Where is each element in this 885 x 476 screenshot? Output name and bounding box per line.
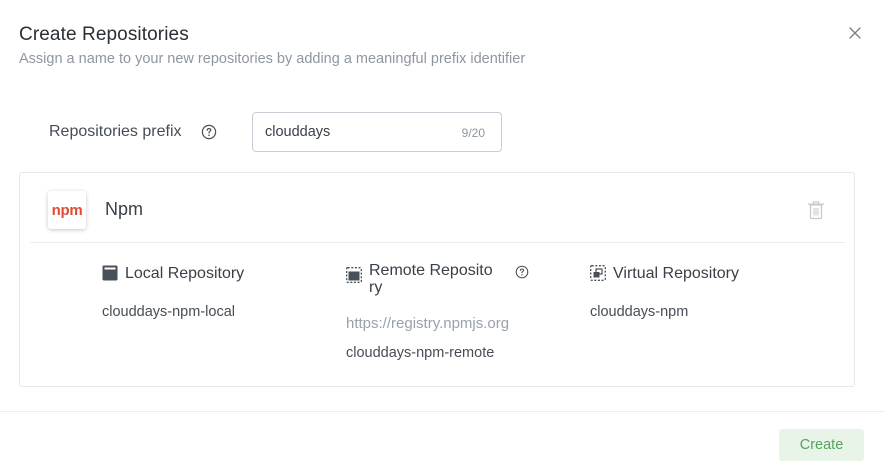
delete-package-button[interactable] (807, 200, 825, 220)
package-card: npm Npm Local Repository clouddays-npm-l… (19, 172, 855, 387)
remote-repository-title: Remote Reposito ry (369, 262, 493, 296)
prefix-input[interactable] (265, 113, 445, 151)
package-name: Npm (105, 199, 144, 219)
remote-repo-icon (346, 267, 362, 283)
prefix-input-container: 9/20 (252, 112, 502, 152)
remote-repository-url: https://registry.npmjs.org (346, 315, 510, 332)
close-icon (849, 27, 861, 39)
local-repo-icon (102, 265, 118, 281)
prefix-label: Repositories prefix (49, 123, 182, 140)
help-circle-icon[interactable] (515, 265, 529, 279)
virtual-repository-name: clouddays-npm (590, 304, 689, 320)
virtual-repo-icon (590, 265, 606, 281)
local-repository-name: clouddays-npm-local (102, 304, 235, 320)
virtual-repository-column: Virtual Repository clouddays-npm (590, 264, 810, 344)
create-repositories-dialog: Create Repositories Assign a name to you… (0, 0, 885, 476)
card-divider (30, 242, 845, 243)
trash-icon (807, 201, 825, 220)
create-button[interactable]: Create (779, 429, 864, 461)
remote-repository-name: clouddays-npm-remote (346, 345, 495, 361)
virtual-repository-title: Virtual Repository (613, 265, 739, 282)
close-button[interactable] (846, 24, 864, 42)
remote-repository-title-line1: Remote Reposito (369, 262, 493, 279)
local-repository-title: Local Repository (125, 265, 245, 282)
dialog-title: Create Repositories (19, 24, 189, 45)
prefix-char-counter: 9/20 (461, 126, 485, 140)
help-circle-icon[interactable] (201, 124, 217, 140)
remote-repository-title-line2: ry (369, 279, 383, 296)
local-repository-column: Local Repository clouddays-npm-local (102, 264, 322, 344)
npm-logo: npm (48, 191, 86, 229)
dialog-subtitle: Assign a name to your new repositories b… (19, 51, 526, 67)
npm-logo-text: npm (51, 201, 83, 219)
footer-divider (0, 411, 885, 412)
remote-repository-column: Remote Reposito ry https://registry.npmj… (346, 262, 566, 362)
